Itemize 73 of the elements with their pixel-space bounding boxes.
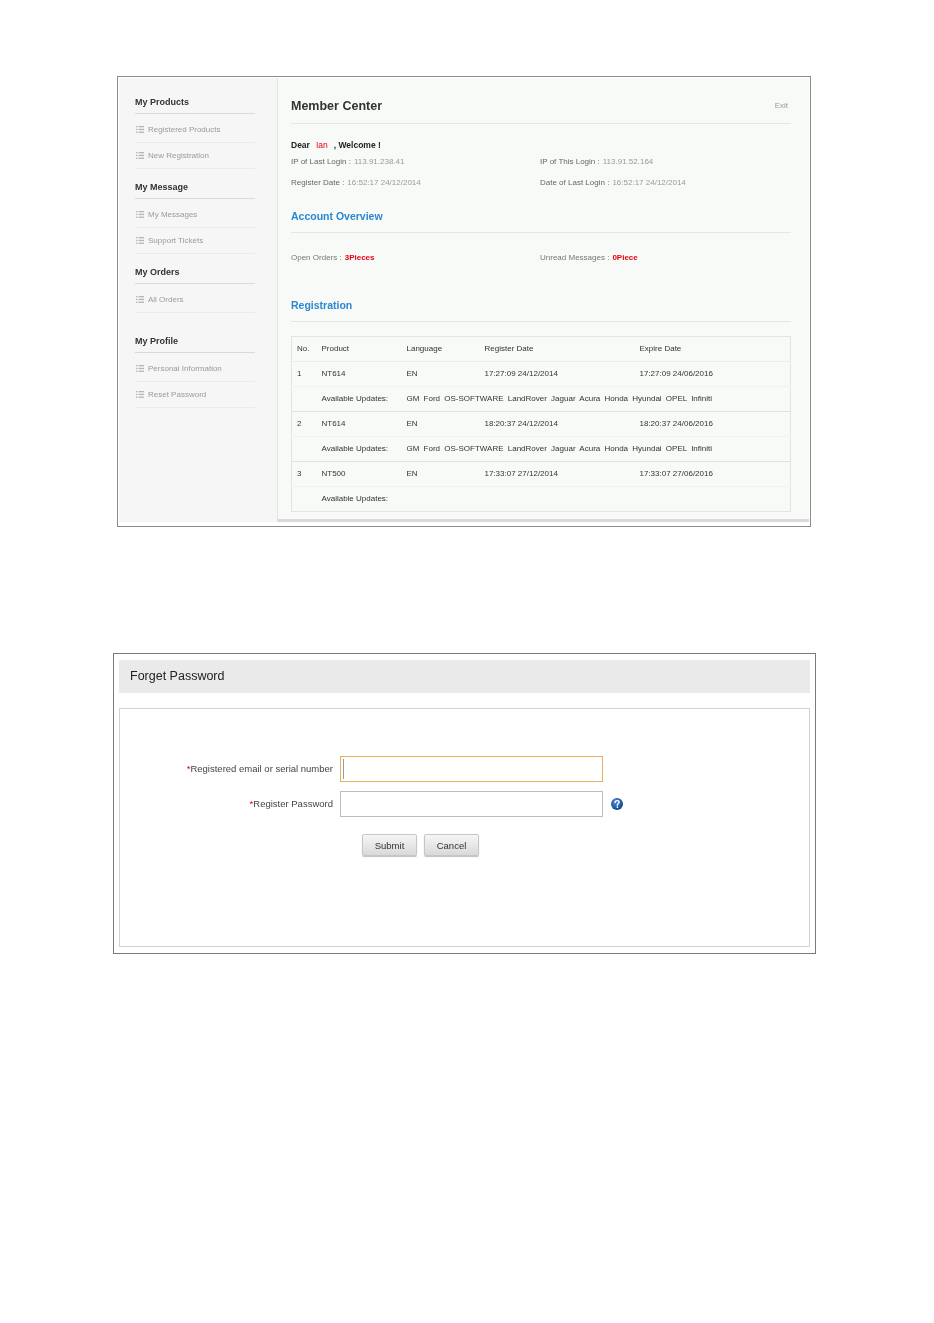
updates-list: GM Ford OS-SOFTWARE LandRover Jaguar Acura Honda Hyundai OPEL Infiniti <box>406 444 713 453</box>
input-field[interactable] <box>340 756 603 782</box>
updates-list: GM Ford OS-SOFTWARE LandRover Jaguar Acura Honda Hyundai OPEL Infiniti <box>406 394 713 403</box>
column-header: No. <box>297 344 310 353</box>
sidebar-section-title: My Products <box>135 97 189 108</box>
table-cell: 17:33:07 27/12/2014 <box>484 469 558 478</box>
info-value: 113.91.238.41 <box>353 157 405 166</box>
updates-label: Available Updates: <box>321 394 389 403</box>
exit-link[interactable]: Exit <box>774 101 791 111</box>
list-icon <box>136 237 144 244</box>
dialog-title: Forget Password <box>130 669 225 684</box>
table-cell: 17:27:09 24/06/2016 <box>639 369 713 378</box>
column-header: Language <box>406 344 443 353</box>
field-label: Registered email or serial number <box>190 763 333 774</box>
table-cell: 18:20:37 24/12/2014 <box>484 419 558 428</box>
list-icon <box>136 391 144 398</box>
welcome-text: , Welcome ! <box>333 140 381 150</box>
sidebar-link[interactable]: New Registration <box>135 150 209 161</box>
stat-label: Open Orders : <box>291 253 342 262</box>
table-cell: NT500 <box>321 469 346 478</box>
table-cell: EN <box>406 369 418 378</box>
list-icon <box>136 126 144 133</box>
info-value: 16:52:17 24/12/2014 <box>612 178 686 187</box>
greeting-text: Dear <box>291 140 310 150</box>
column-header: Product <box>321 344 350 353</box>
sidebar-section-title: My Orders <box>135 267 180 278</box>
table-cell: 3 <box>297 469 302 478</box>
user-name: Ian <box>315 140 328 150</box>
required-mark: * <box>249 798 254 809</box>
table-cell: 18:20:37 24/06/2016 <box>639 419 713 428</box>
table-cell: NT614 <box>321 369 346 378</box>
field-label: Register Password <box>253 798 333 809</box>
updates-label: Available Updates: <box>321 494 389 503</box>
input-field[interactable] <box>340 791 603 817</box>
table-cell: NT614 <box>321 419 346 428</box>
sidebar-link[interactable]: Registered Products <box>135 124 221 135</box>
sidebar-section-title: My Message <box>135 182 189 193</box>
table-cell: 17:27:09 24/12/2014 <box>484 369 558 378</box>
info-label: Date of Last Login : <box>540 178 610 187</box>
page-title: Member Center <box>291 98 382 114</box>
submit-button[interactable]: Submit <box>362 834 417 856</box>
info-label: Register Date : <box>291 178 345 187</box>
sidebar-link[interactable]: All Orders <box>135 294 184 305</box>
stat-label: Unread Messages : <box>540 253 610 262</box>
column-header: Expire Date <box>639 344 682 353</box>
table-cell: 2 <box>297 419 302 428</box>
info-label: IP of This Login : <box>540 157 600 166</box>
table-cell: EN <box>406 419 418 428</box>
list-icon <box>136 152 144 159</box>
help-icon[interactable] <box>611 798 623 810</box>
sidebar-section-title: My Profile <box>135 336 178 347</box>
text-caret-icon <box>343 759 344 779</box>
info-label: IP of Last Login : <box>291 157 351 166</box>
table-cell: EN <box>406 469 418 478</box>
sidebar-link[interactable]: Reset Password <box>135 389 207 400</box>
info-value: 16:52:17 24/12/2014 <box>347 178 421 187</box>
required-mark: * <box>186 763 191 774</box>
updates-label: Available Updates: <box>321 444 389 453</box>
stat-value: 0Piece <box>612 253 638 262</box>
list-icon <box>136 211 144 218</box>
stat-value: 3Pieces <box>344 253 375 262</box>
sidebar-link[interactable]: My Messages <box>135 209 198 220</box>
list-icon <box>136 365 144 372</box>
table-cell: 1 <box>297 369 302 378</box>
section-title: Registration <box>291 299 353 311</box>
cancel-button[interactable]: Cancel <box>424 834 479 856</box>
sidebar-link[interactable]: Support Tickets <box>135 235 204 246</box>
list-icon <box>136 296 144 303</box>
column-header: Register Date <box>484 344 534 353</box>
section-title: Account Overview <box>291 210 383 222</box>
table-cell: 17:33:07 27/06/2016 <box>639 469 713 478</box>
sidebar-link[interactable]: Personal Information <box>135 363 222 374</box>
info-value: 113.91.52.164 <box>602 157 654 166</box>
